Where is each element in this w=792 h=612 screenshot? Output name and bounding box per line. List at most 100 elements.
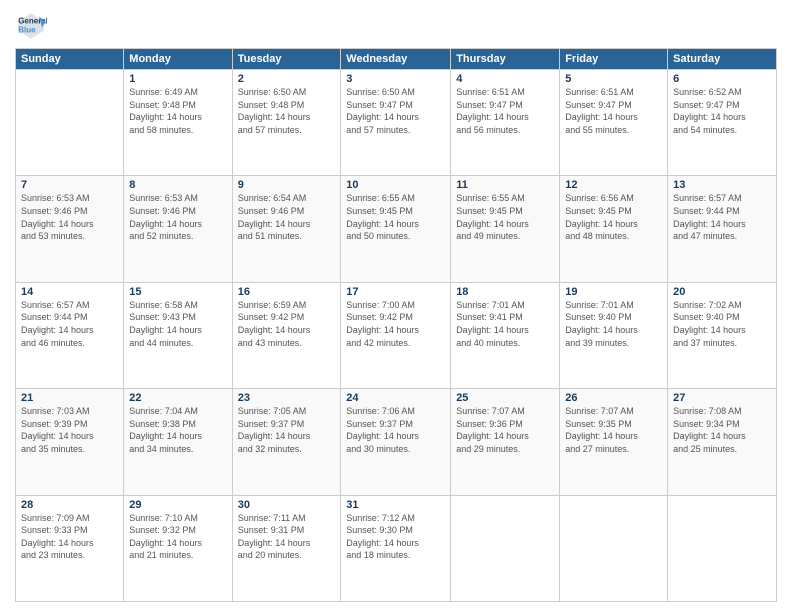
day-info: Sunrise: 7:10 AM Sunset: 9:32 PM Dayligh… [129,512,226,562]
day-number: 1 [129,73,226,85]
day-cell: 31Sunrise: 7:12 AM Sunset: 9:30 PM Dayli… [341,495,451,601]
day-cell: 21Sunrise: 7:03 AM Sunset: 9:39 PM Dayli… [16,389,124,495]
day-number: 4 [456,73,554,85]
day-info: Sunrise: 7:05 AM Sunset: 9:37 PM Dayligh… [238,405,336,455]
logo: General Blue [15,10,51,42]
day-cell: 30Sunrise: 7:11 AM Sunset: 9:31 PM Dayli… [232,495,341,601]
day-cell: 1Sunrise: 6:49 AM Sunset: 9:48 PM Daylig… [124,70,232,176]
day-number: 5 [565,73,662,85]
day-number: 19 [565,286,662,298]
day-cell: 19Sunrise: 7:01 AM Sunset: 9:40 PM Dayli… [560,282,668,388]
day-cell [451,495,560,601]
day-info: Sunrise: 6:53 AM Sunset: 9:46 PM Dayligh… [21,192,118,242]
day-number: 20 [673,286,771,298]
day-number: 30 [238,499,336,511]
day-info: Sunrise: 6:56 AM Sunset: 9:45 PM Dayligh… [565,192,662,242]
day-number: 16 [238,286,336,298]
day-cell: 9Sunrise: 6:54 AM Sunset: 9:46 PM Daylig… [232,176,341,282]
day-number: 25 [456,392,554,404]
day-number: 23 [238,392,336,404]
col-header-wednesday: Wednesday [341,49,451,70]
day-cell: 11Sunrise: 6:55 AM Sunset: 9:45 PM Dayli… [451,176,560,282]
day-info: Sunrise: 6:55 AM Sunset: 9:45 PM Dayligh… [456,192,554,242]
col-header-friday: Friday [560,49,668,70]
col-header-tuesday: Tuesday [232,49,341,70]
week-row-0: 1Sunrise: 6:49 AM Sunset: 9:48 PM Daylig… [16,70,777,176]
day-info: Sunrise: 6:51 AM Sunset: 9:47 PM Dayligh… [565,86,662,136]
day-cell: 6Sunrise: 6:52 AM Sunset: 9:47 PM Daylig… [668,70,777,176]
day-number: 27 [673,392,771,404]
day-info: Sunrise: 7:09 AM Sunset: 9:33 PM Dayligh… [21,512,118,562]
day-info: Sunrise: 6:52 AM Sunset: 9:47 PM Dayligh… [673,86,771,136]
day-info: Sunrise: 6:57 AM Sunset: 9:44 PM Dayligh… [21,299,118,349]
day-number: 8 [129,179,226,191]
day-number: 21 [21,392,118,404]
day-info: Sunrise: 6:49 AM Sunset: 9:48 PM Dayligh… [129,86,226,136]
day-cell: 12Sunrise: 6:56 AM Sunset: 9:45 PM Dayli… [560,176,668,282]
header: General Blue [15,10,777,42]
col-header-monday: Monday [124,49,232,70]
day-number: 9 [238,179,336,191]
day-info: Sunrise: 6:57 AM Sunset: 9:44 PM Dayligh… [673,192,771,242]
day-info: Sunrise: 6:53 AM Sunset: 9:46 PM Dayligh… [129,192,226,242]
day-number: 7 [21,179,118,191]
day-info: Sunrise: 7:07 AM Sunset: 9:36 PM Dayligh… [456,405,554,455]
logo-icon: General Blue [15,10,47,42]
day-cell: 13Sunrise: 6:57 AM Sunset: 9:44 PM Dayli… [668,176,777,282]
day-cell: 25Sunrise: 7:07 AM Sunset: 9:36 PM Dayli… [451,389,560,495]
day-cell: 10Sunrise: 6:55 AM Sunset: 9:45 PM Dayli… [341,176,451,282]
day-cell: 3Sunrise: 6:50 AM Sunset: 9:47 PM Daylig… [341,70,451,176]
day-number: 12 [565,179,662,191]
day-info: Sunrise: 7:07 AM Sunset: 9:35 PM Dayligh… [565,405,662,455]
day-cell: 26Sunrise: 7:07 AM Sunset: 9:35 PM Dayli… [560,389,668,495]
day-cell: 4Sunrise: 6:51 AM Sunset: 9:47 PM Daylig… [451,70,560,176]
day-info: Sunrise: 7:08 AM Sunset: 9:34 PM Dayligh… [673,405,771,455]
day-number: 18 [456,286,554,298]
day-cell: 29Sunrise: 7:10 AM Sunset: 9:32 PM Dayli… [124,495,232,601]
day-number: 28 [21,499,118,511]
svg-text:Blue: Blue [18,25,36,34]
day-info: Sunrise: 7:01 AM Sunset: 9:41 PM Dayligh… [456,299,554,349]
day-info: Sunrise: 6:50 AM Sunset: 9:48 PM Dayligh… [238,86,336,136]
day-info: Sunrise: 7:02 AM Sunset: 9:40 PM Dayligh… [673,299,771,349]
day-info: Sunrise: 6:54 AM Sunset: 9:46 PM Dayligh… [238,192,336,242]
calendar-table: SundayMondayTuesdayWednesdayThursdayFrid… [15,48,777,602]
day-number: 22 [129,392,226,404]
day-number: 24 [346,392,445,404]
day-info: Sunrise: 7:12 AM Sunset: 9:30 PM Dayligh… [346,512,445,562]
day-number: 26 [565,392,662,404]
day-cell [560,495,668,601]
day-number: 6 [673,73,771,85]
day-number: 31 [346,499,445,511]
day-cell: 14Sunrise: 6:57 AM Sunset: 9:44 PM Dayli… [16,282,124,388]
day-info: Sunrise: 6:59 AM Sunset: 9:42 PM Dayligh… [238,299,336,349]
day-info: Sunrise: 7:04 AM Sunset: 9:38 PM Dayligh… [129,405,226,455]
day-cell: 8Sunrise: 6:53 AM Sunset: 9:46 PM Daylig… [124,176,232,282]
day-number: 15 [129,286,226,298]
day-cell: 28Sunrise: 7:09 AM Sunset: 9:33 PM Dayli… [16,495,124,601]
day-cell [16,70,124,176]
day-cell: 2Sunrise: 6:50 AM Sunset: 9:48 PM Daylig… [232,70,341,176]
col-header-saturday: Saturday [668,49,777,70]
week-row-2: 14Sunrise: 6:57 AM Sunset: 9:44 PM Dayli… [16,282,777,388]
page: General Blue SundayMondayTuesdayWednesda… [0,0,792,612]
week-row-1: 7Sunrise: 6:53 AM Sunset: 9:46 PM Daylig… [16,176,777,282]
week-row-3: 21Sunrise: 7:03 AM Sunset: 9:39 PM Dayli… [16,389,777,495]
day-cell: 5Sunrise: 6:51 AM Sunset: 9:47 PM Daylig… [560,70,668,176]
day-number: 2 [238,73,336,85]
day-cell: 27Sunrise: 7:08 AM Sunset: 9:34 PM Dayli… [668,389,777,495]
day-cell: 7Sunrise: 6:53 AM Sunset: 9:46 PM Daylig… [16,176,124,282]
day-info: Sunrise: 6:51 AM Sunset: 9:47 PM Dayligh… [456,86,554,136]
day-cell: 24Sunrise: 7:06 AM Sunset: 9:37 PM Dayli… [341,389,451,495]
day-info: Sunrise: 6:55 AM Sunset: 9:45 PM Dayligh… [346,192,445,242]
day-cell: 23Sunrise: 7:05 AM Sunset: 9:37 PM Dayli… [232,389,341,495]
day-cell: 18Sunrise: 7:01 AM Sunset: 9:41 PM Dayli… [451,282,560,388]
day-number: 14 [21,286,118,298]
day-info: Sunrise: 6:58 AM Sunset: 9:43 PM Dayligh… [129,299,226,349]
day-info: Sunrise: 7:01 AM Sunset: 9:40 PM Dayligh… [565,299,662,349]
day-cell: 20Sunrise: 7:02 AM Sunset: 9:40 PM Dayli… [668,282,777,388]
day-number: 10 [346,179,445,191]
day-info: Sunrise: 7:06 AM Sunset: 9:37 PM Dayligh… [346,405,445,455]
day-number: 3 [346,73,445,85]
day-info: Sunrise: 7:03 AM Sunset: 9:39 PM Dayligh… [21,405,118,455]
